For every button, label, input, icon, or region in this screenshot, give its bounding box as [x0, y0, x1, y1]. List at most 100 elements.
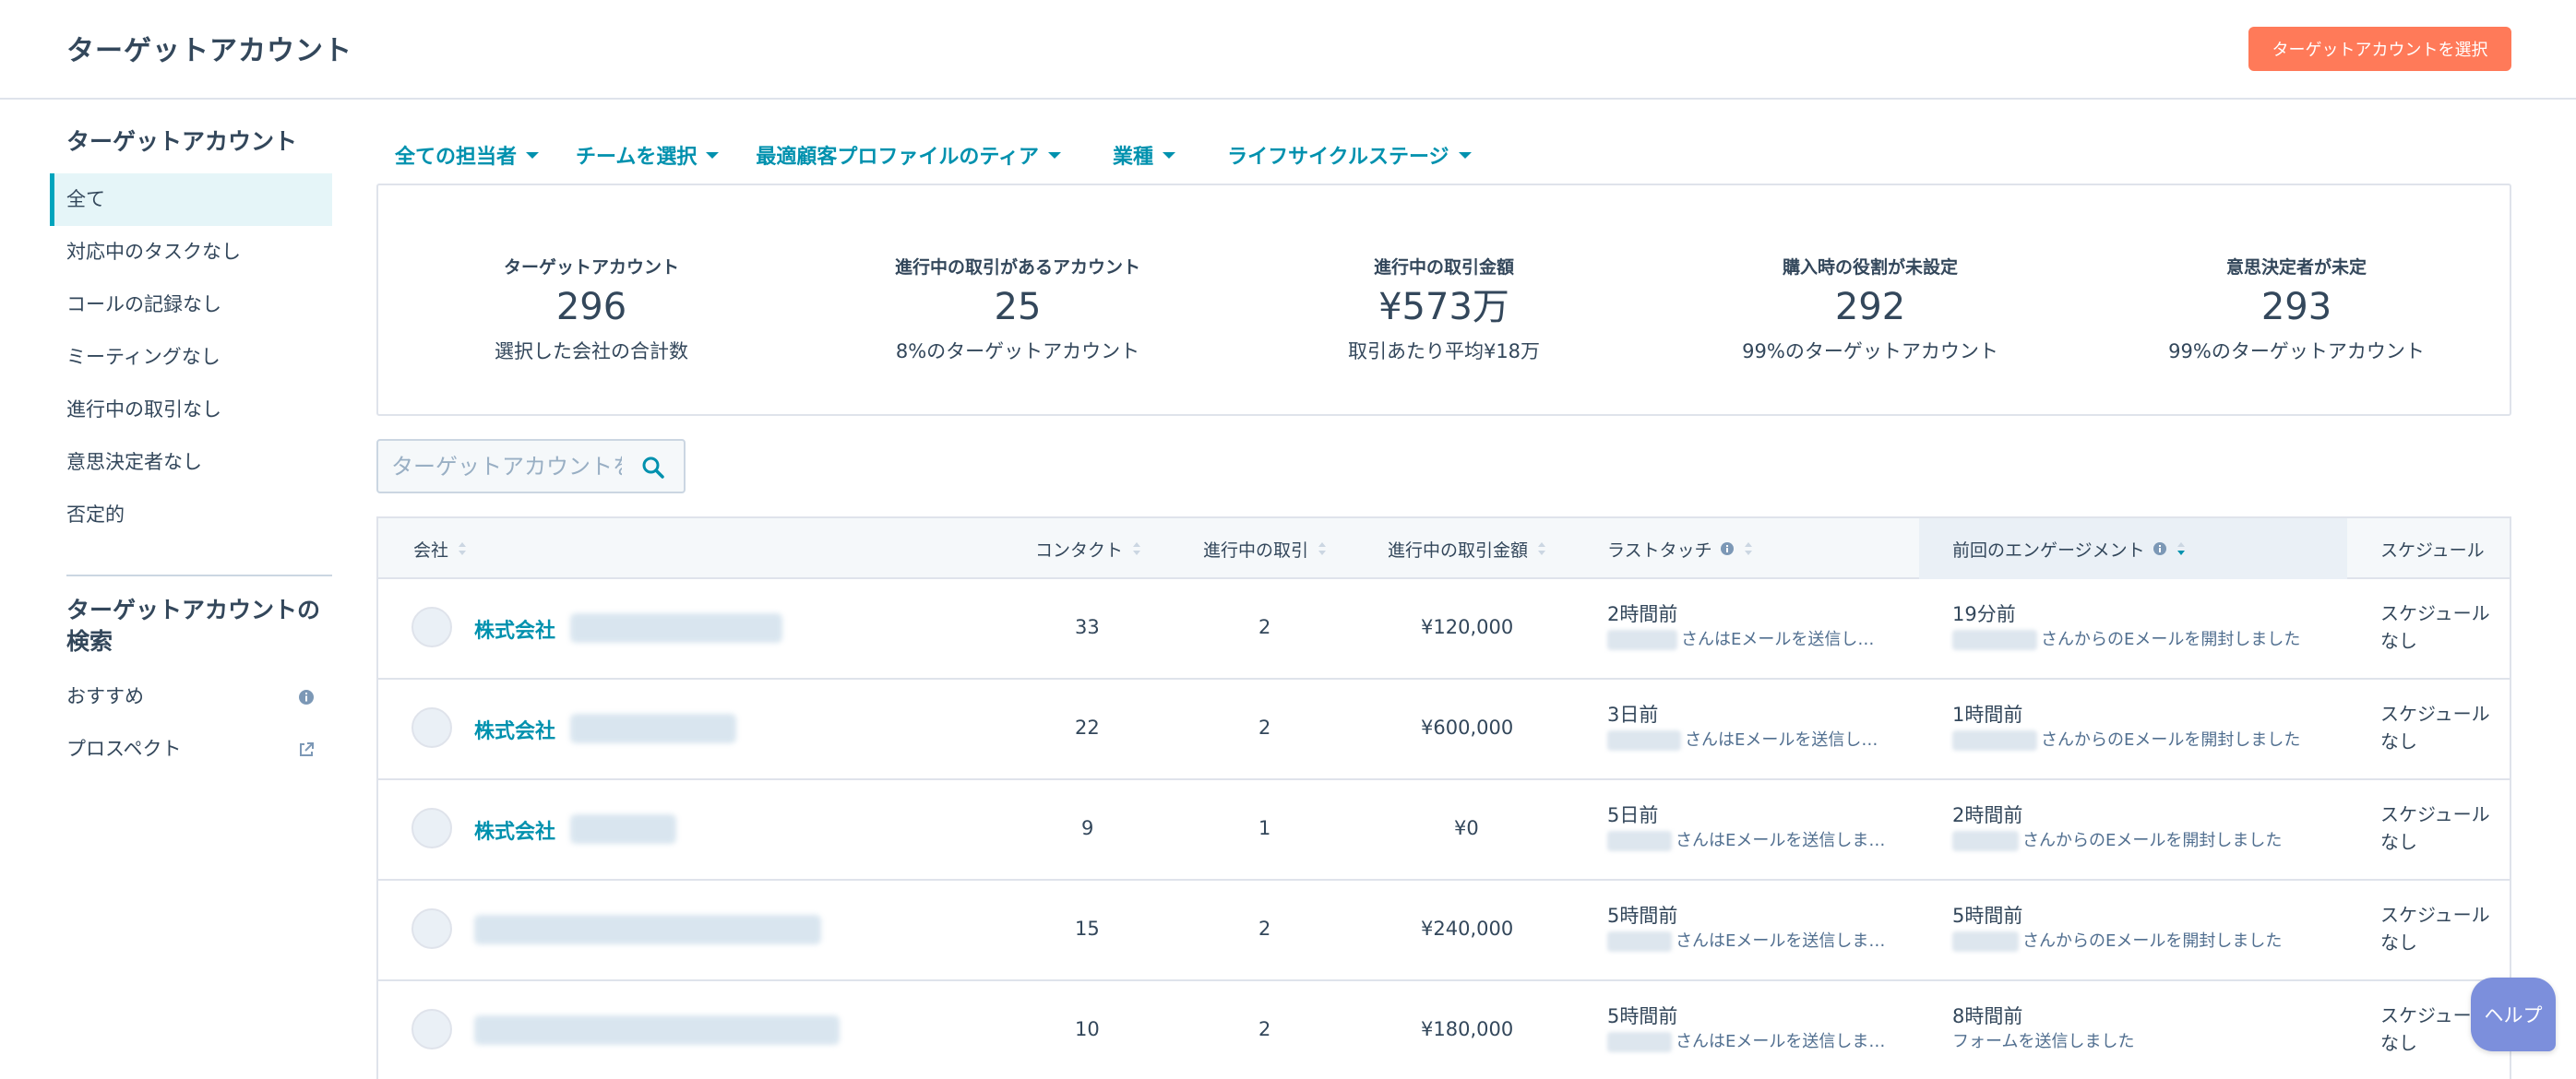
open-deals-count: 2	[1258, 717, 1271, 739]
redacted-company-name	[570, 814, 676, 844]
target-accounts-table: 会社 コンタクト 進行中の取引 進行中の取引金額 ラストタッチ 前回のエンゲージ…	[376, 516, 2511, 1079]
target-account-search	[376, 439, 686, 493]
sidebar-item-all[interactable]: 全て	[50, 173, 332, 226]
filter-label: 業種	[1113, 146, 1154, 169]
schedule-cell: スケジュールなし	[2380, 904, 2490, 954]
sidebar-item-recommended[interactable]: おすすめ	[50, 670, 332, 723]
column-header-last-touch[interactable]: ラストタッチ	[1607, 518, 1753, 579]
sidebar-divider	[66, 575, 332, 576]
filter-icp-tier-dropdown[interactable]: 最適顧客プロファイルのティア	[756, 140, 1062, 170]
column-header-company[interactable]: 会社	[413, 518, 467, 579]
engagement-time: 1時間前	[1952, 704, 2023, 726]
engagement-detail: さんからのEメールを開封しました	[2022, 831, 2283, 850]
kpi-subtext: 99%のターゲットアカウント	[1742, 340, 1998, 362]
open-deals-count: 2	[1258, 918, 1271, 940]
filter-label: 全ての担当者	[395, 146, 518, 169]
last-touch-detail: さんはEメールを送信し…	[1685, 730, 1878, 750]
last-touch-cell: 5日前 さんはEメールを送信しま…	[1607, 802, 1885, 854]
last-touch-time: 3日前	[1607, 704, 1659, 726]
page-header: ターゲットアカウント ターゲットアカウントを選択	[0, 0, 2576, 100]
redacted-user-name	[1607, 630, 1677, 650]
last-engagement-cell: 5時間前 さんからのEメールを開封しました	[1952, 903, 2282, 954]
sidebar-search-section-title: ターゲットアカウントの検索	[66, 597, 321, 655]
redacted-company-name	[474, 915, 821, 944]
contacts-count: 10	[1075, 1018, 1100, 1040]
sidebar-item-prospects[interactable]: プロスペクト	[50, 723, 332, 776]
open-deals-count: 1	[1258, 817, 1271, 839]
column-label: スケジュール	[2380, 540, 2485, 561]
engagement-detail: さんからのEメールを開封しました	[2041, 630, 2301, 649]
filter-label: 最適顧客プロファイルのティア	[756, 146, 1040, 169]
company-avatar	[411, 908, 452, 949]
sort-icon	[1538, 542, 1546, 555]
search-input[interactable]	[391, 452, 622, 481]
column-label: 前回のエンゲージメント	[1952, 540, 2145, 561]
sidebar-item-no-decision-maker[interactable]: 意思決定者なし	[50, 436, 332, 489]
kpi-label: 進行中の取引金額	[1373, 257, 1514, 278]
company-name-link[interactable]: 株式会社	[474, 614, 555, 644]
redacted-user-name	[1607, 931, 1672, 952]
redacted-user-name	[1952, 831, 2019, 851]
sidebar-item-no-open-deals[interactable]: 進行中の取引なし	[50, 384, 332, 436]
company-avatar	[411, 808, 452, 848]
sort-icon	[1744, 542, 1752, 555]
info-icon[interactable]	[1720, 541, 1735, 556]
contacts-count: 33	[1075, 616, 1100, 638]
table-row: 15 2 ¥240,000 5時間前 さんはEメールを送信しま… 5時間前 さん…	[378, 881, 2510, 981]
redacted-user-name	[1607, 730, 1681, 751]
column-label: コンタクト	[1035, 540, 1124, 561]
sidebar-item-no-calls[interactable]: コールの記録なし	[50, 279, 332, 331]
kpi-value: 296	[555, 286, 627, 328]
filter-label: チームを選択	[576, 146, 698, 169]
search-icon[interactable]	[641, 456, 665, 480]
kpi-target-accounts: ターゲットアカウント 296 選択した会社の合計数	[378, 185, 805, 414]
sort-icon	[1318, 542, 1327, 555]
kpi-buying-role-unset: 購入時の役割が未設定 292 99%のターゲットアカウント	[1657, 185, 2083, 414]
filter-owner-dropdown[interactable]: 全ての担当者	[395, 140, 540, 170]
column-header-last-engagement[interactable]: 前回のエンゲージメント	[1919, 518, 2347, 579]
last-engagement-cell: 19分前 さんからのEメールを開封しました	[1952, 601, 2300, 653]
redacted-company-name	[570, 613, 782, 643]
last-touch-detail: さんはEメールを送信しま…	[1676, 831, 1886, 850]
open-deal-amount: ¥180,000	[1421, 1018, 1514, 1040]
column-header-open-deals[interactable]: 進行中の取引	[1203, 518, 1327, 579]
open-deal-amount: ¥240,000	[1421, 918, 1514, 940]
kpi-label: 購入時の役割が未設定	[1782, 257, 1958, 278]
company-name-link[interactable]: 株式会社	[474, 815, 555, 845]
filter-lifecycle-stage-dropdown[interactable]: ライフサイクルステージ	[1227, 140, 1472, 170]
sidebar: ターゲットアカウント 全て 対応中のタスクなし コールの記録なし ミーティングな…	[50, 120, 332, 776]
filter-label: ライフサイクルステージ	[1227, 146, 1449, 169]
kpi-subtext: 8%のターゲットアカウント	[895, 340, 1140, 362]
last-engagement-cell: 8時間前 フォームを送信しました	[1952, 1003, 2134, 1055]
last-touch-cell: 3日前 さんはEメールを送信し…	[1607, 702, 1878, 753]
sidebar-item-no-open-tasks[interactable]: 対応中のタスクなし	[50, 226, 332, 279]
open-deal-amount: ¥120,000	[1421, 616, 1514, 638]
column-header-contacts[interactable]: コンタクト	[1035, 518, 1141, 579]
help-button[interactable]: ヘルプ	[2471, 978, 2556, 1051]
engagement-detail: さんからのEメールを開封しました	[2041, 730, 2301, 750]
engagement-time: 5時間前	[1952, 905, 2023, 927]
sidebar-item-no-meetings[interactable]: ミーティングなし	[50, 331, 332, 384]
column-label: 進行中の取引	[1203, 540, 1309, 561]
kpi-value: ¥573万	[1378, 286, 1509, 328]
kpi-accounts-with-open-deals: 進行中の取引があるアカウント 25 8%のターゲットアカウント	[805, 185, 1231, 414]
info-icon[interactable]	[2153, 541, 2167, 556]
kpi-label: ターゲットアカウント	[503, 257, 679, 278]
contacts-count: 15	[1075, 918, 1100, 940]
info-icon[interactable]	[297, 688, 316, 706]
select-target-accounts-button[interactable]: ターゲットアカウントを選択	[2248, 27, 2511, 71]
company-name-link[interactable]: 株式会社	[474, 715, 555, 744]
filter-industry-dropdown[interactable]: 業種	[1113, 140, 1176, 170]
contacts-count: 22	[1075, 717, 1100, 739]
table-row: 10 2 ¥180,000 5時間前 さんはEメールを送信しま… 8時間前 フォ…	[378, 981, 2510, 1079]
last-engagement-cell: 1時間前 さんからのEメールを開封しました	[1952, 702, 2300, 753]
table-row: 株式会社 33 2 ¥120,000 2時間前 さんはEメールを送信し… 19分…	[378, 579, 2510, 680]
sidebar-item-negative[interactable]: 否定的	[50, 489, 332, 541]
caret-down-icon	[1048, 151, 1062, 159]
filter-team-dropdown[interactable]: チームを選択	[576, 140, 720, 170]
page-title: ターゲットアカウント	[66, 35, 352, 67]
external-link-icon	[300, 742, 314, 756]
column-header-open-deal-amount[interactable]: 進行中の取引金額	[1388, 518, 1546, 579]
sort-icon	[459, 542, 467, 555]
column-header-schedule[interactable]: スケジュール	[2380, 518, 2485, 579]
